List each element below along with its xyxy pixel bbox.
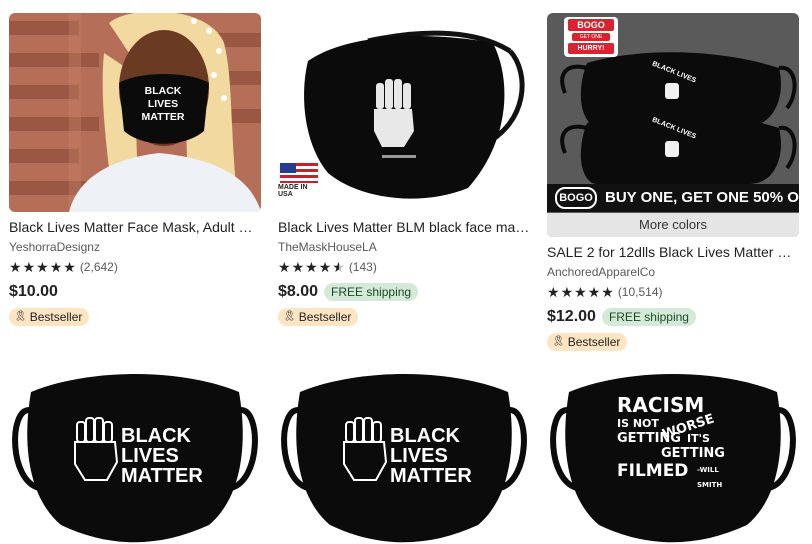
mask-print-line: BLACK	[390, 425, 460, 447]
bestseller-ribbon-icon: 🎗	[14, 311, 27, 322]
badge-label: Bestseller	[298, 310, 352, 324]
rating: ★ ★ ★ ★ ★ (143)	[278, 259, 530, 275]
price-row: $12.00 FREE shipping	[547, 306, 799, 328]
shop-name: TheMaskHouseLA	[278, 240, 377, 254]
star-icon: ★	[291, 259, 305, 275]
listing-card-4[interactable]: BLACK LIVES MATTER	[9, 370, 261, 544]
bestseller-badge: 🎗 Bestseller	[547, 333, 628, 351]
price: $10.00	[9, 283, 58, 300]
listing-title[interactable]: Black Lives Matter Face Mask, Adult Size…	[9, 218, 261, 236]
badge-label: Bestseller	[29, 310, 83, 324]
us-flag-icon	[279, 162, 319, 184]
promo-text: BUY ONE, GET ONE 50% OFF	[605, 189, 799, 206]
mask-print-line: -WILL SMITH	[697, 466, 723, 489]
mask-print-line: LIVES	[121, 445, 179, 467]
star-icon: ★	[305, 259, 318, 275]
promo-tag: BOGO	[555, 187, 597, 209]
mask-print-line: MATTER	[141, 111, 185, 123]
star-icon: ★	[574, 284, 587, 300]
flag-caption: MADE IN USA	[278, 184, 308, 198]
promo-bar: BOGO BUY ONE, GET ONE 50% OFF	[547, 184, 799, 212]
star-icon: ★	[36, 259, 49, 275]
star-icon: ★	[318, 259, 332, 275]
mask-print-line: BLACK	[144, 85, 182, 97]
star-icon: ★	[547, 284, 560, 300]
mask-print: BLACK LIVES MATTER	[133, 85, 193, 124]
listing-title[interactable]: Black Lives Matter BLM black face mask c…	[278, 218, 530, 236]
shop-name: AnchoredApparelCo	[547, 265, 656, 279]
bestseller-badge: 🎗 Bestseller	[9, 308, 90, 326]
star-rating: ★ ★ ★ ★ ★	[278, 260, 345, 274]
star-icon: ★	[601, 284, 614, 300]
shop-name: YeshorraDesignz	[9, 240, 100, 254]
star-icon: ★	[9, 259, 22, 275]
mask-photo	[278, 13, 530, 212]
price-row: $8.00 FREE shipping	[278, 281, 530, 303]
mask-print-line: LIVES	[390, 445, 448, 467]
mask-print-line: MATTER	[390, 465, 472, 487]
listing-card-2[interactable]: MADE IN USA Black Lives Matter BLM black…	[278, 13, 530, 326]
review-count: (143)	[348, 260, 377, 274]
mask-print: RACISM IS NOT GETTING WORSE IT'S GETTING…	[617, 394, 737, 493]
listing-image[interactable]: BLACK LIVES MATTER	[9, 370, 261, 544]
star-icon: ★	[22, 259, 36, 275]
mask-print-line: MATTER	[121, 465, 203, 487]
star-icon: ★	[560, 284, 574, 300]
listing-image[interactable]: BLACK LIVES MATTER	[278, 370, 530, 544]
star-rating: ★ ★ ★ ★ ★	[547, 285, 614, 299]
review-count: (10,514)	[617, 285, 663, 299]
price-row: $10.00	[9, 281, 261, 303]
listing-card-5[interactable]: BLACK LIVES MATTER	[278, 370, 530, 544]
listing-card-6[interactable]: RACISM IS NOT GETTING WORSE IT'S GETTING…	[547, 370, 799, 544]
free-shipping-badge: FREE shipping	[601, 308, 696, 326]
star-icon: ★	[63, 259, 76, 275]
star-icon: ★	[278, 259, 291, 275]
rating: ★ ★ ★ ★ ★ (10,514)	[547, 284, 799, 300]
star-icon: ★	[49, 259, 63, 275]
star-rating: ★ ★ ★ ★ ★	[9, 260, 76, 274]
mask-print-line: IT'S	[687, 432, 710, 445]
bestseller-badge: 🎗 Bestseller	[278, 308, 359, 326]
sticker-mid: GET ONE	[579, 34, 603, 40]
price: $12.00	[547, 308, 596, 325]
rating: ★ ★ ★ ★ ★ (2,642)	[9, 259, 261, 275]
star-icon: ★	[587, 284, 601, 300]
mask-print-line: LIVES	[147, 98, 179, 110]
review-count: (2,642)	[79, 260, 118, 274]
badge-label: Bestseller	[567, 335, 621, 349]
bestseller-ribbon-icon: 🎗	[552, 336, 565, 347]
free-shipping-badge: FREE shipping	[324, 283, 419, 301]
more-colors-button[interactable]: More colors	[547, 213, 799, 237]
mask-print-line: BLACK	[121, 425, 191, 447]
listing-image[interactable]: MADE IN USA	[278, 13, 530, 212]
raised-fist-icon	[374, 79, 414, 147]
sticker-top: BOGO	[577, 20, 605, 30]
mask-print: BLACK LIVES MATTER	[121, 426, 203, 486]
listing-title[interactable]: SALE 2 for 12dlls Black Lives Matter Fac…	[547, 243, 799, 261]
mask-print-line: GETTING	[661, 446, 725, 461]
price: $8.00	[278, 283, 319, 300]
mask-print: BLACK LIVES MATTER	[390, 426, 472, 486]
listing-card-1[interactable]: BLACK LIVES MATTER Black Lives Matter Fa…	[9, 13, 261, 326]
star-half-icon: ★	[332, 259, 345, 275]
listing-image[interactable]: BOGO GET ONE HURRY! BLACK LIVES BLACK LI…	[547, 13, 799, 237]
sticker-bottom: HURRY!	[577, 45, 605, 52]
listing-image[interactable]: BLACK LIVES MATTER	[9, 13, 261, 212]
listing-card-3[interactable]: BOGO GET ONE HURRY! BLACK LIVES BLACK LI…	[547, 13, 799, 351]
listing-image[interactable]: RACISM IS NOT GETTING WORSE IT'S GETTING…	[547, 370, 799, 544]
bestseller-ribbon-icon: 🎗	[283, 311, 296, 322]
